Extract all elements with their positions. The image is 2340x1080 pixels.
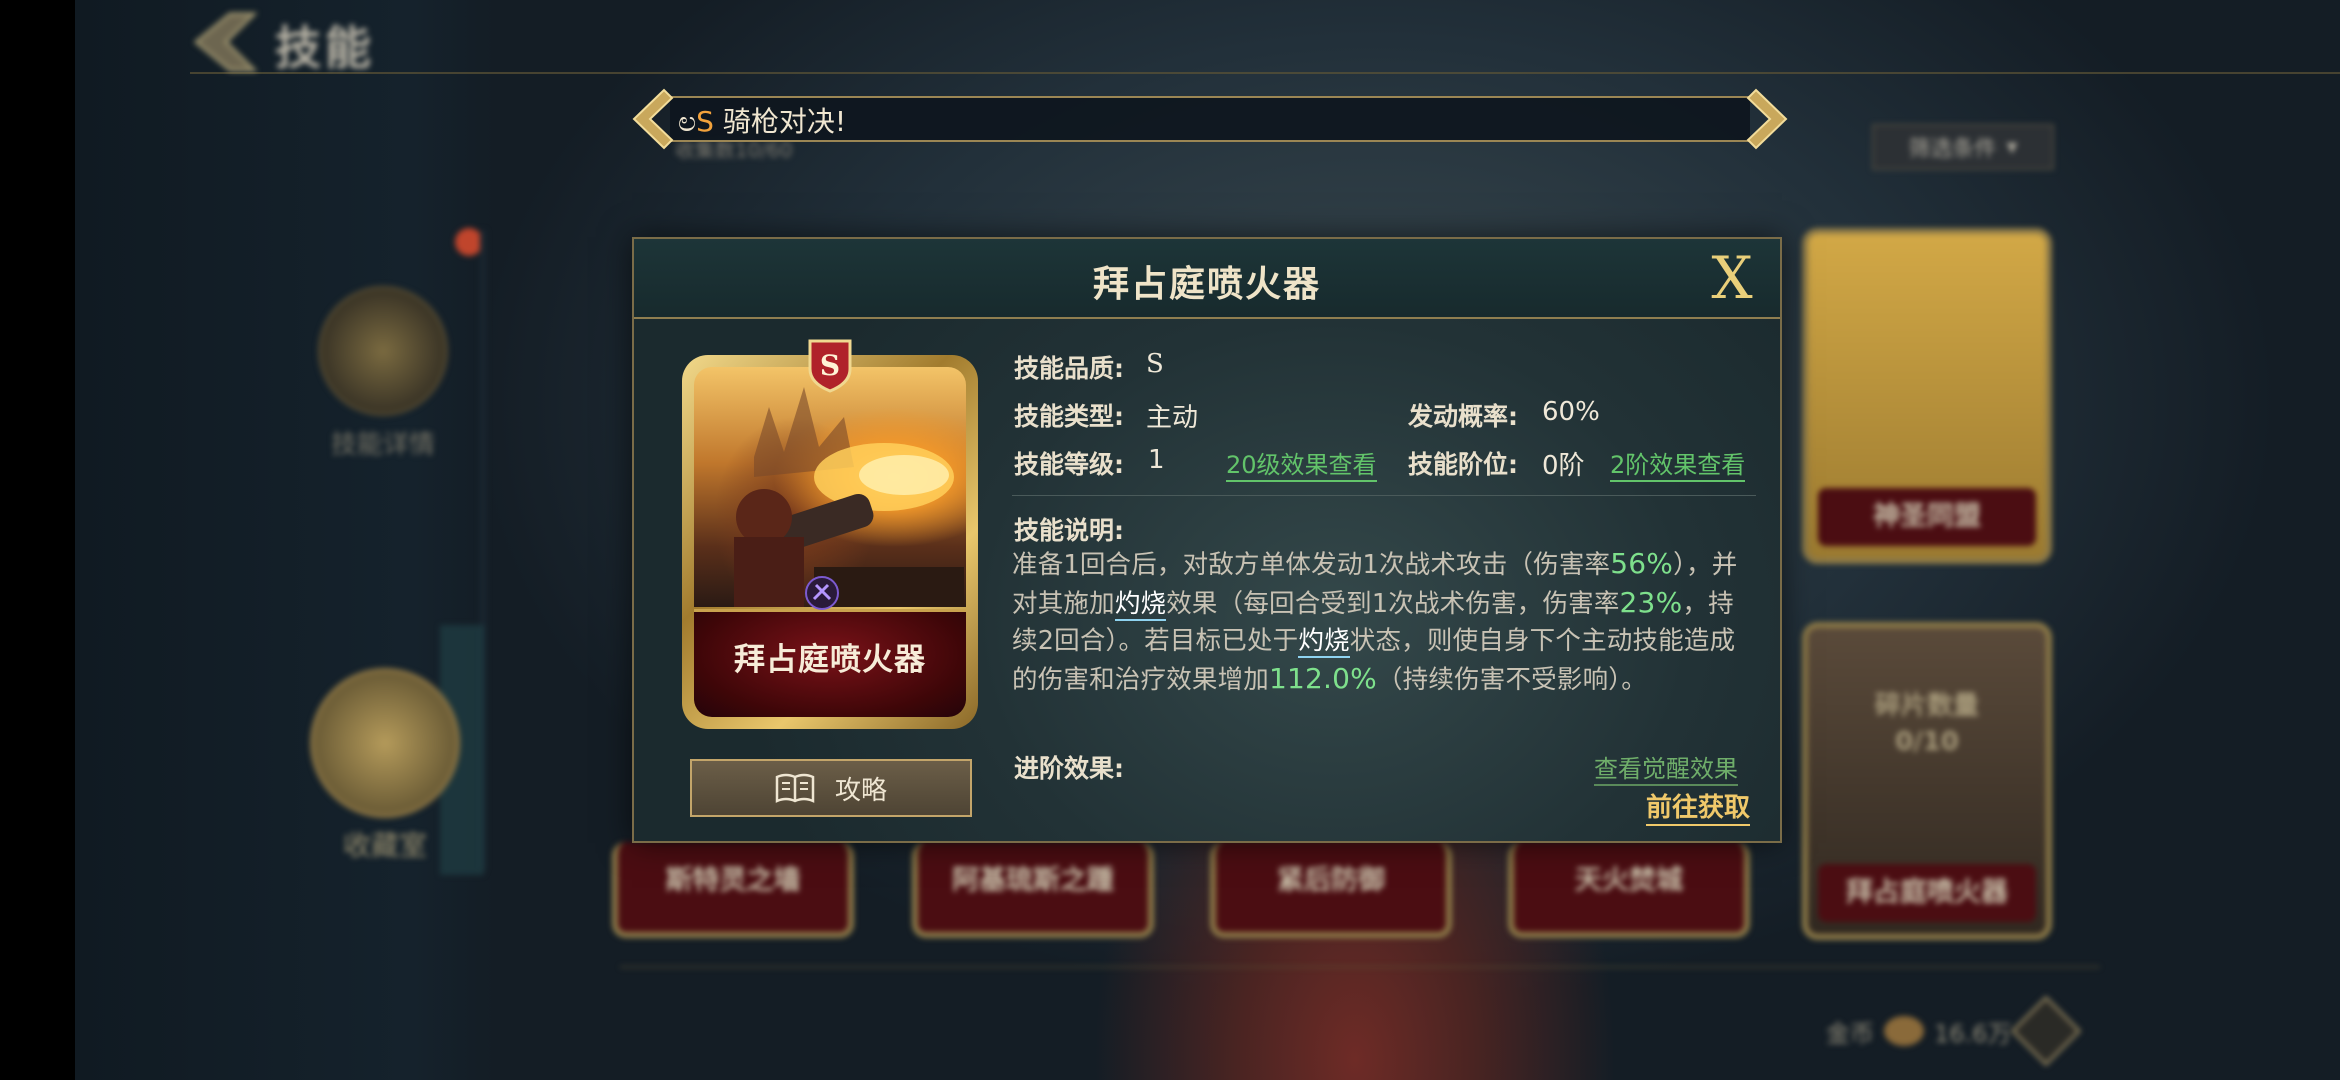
description-label: 技能说明:: [1014, 516, 1124, 545]
type-value: 主动: [1146, 403, 1199, 433]
stage-value: 0阶: [1542, 451, 1585, 481]
filter-button[interactable]: 筛选条件 ▾: [1872, 124, 2054, 170]
sidebar-item-collection[interactable]: 收藏室: [305, 668, 465, 864]
coin-icon: [1884, 1016, 1924, 1046]
sidebar-item-label: 技能详情: [330, 430, 435, 460]
chance-label: 发动概率:: [1408, 402, 1518, 431]
skill-card[interactable]: 阿基琉斯之踵: [912, 842, 1154, 938]
announcement-banner: ಲS 骑枪对决!: [630, 88, 1790, 150]
collection-icon: [310, 668, 460, 818]
info-divider: [1012, 495, 1756, 496]
stage-label: 技能阶位:: [1408, 450, 1518, 479]
dialog-title: 拜占庭喷火器: [1092, 264, 1321, 305]
level-effect-link[interactable]: 20级效果查看: [1226, 445, 1377, 482]
skill-card[interactable]: 斯特灵之墙: [612, 842, 854, 938]
skill-card[interactable]: 碎片数量 0/10 拜占庭喷火器: [1802, 622, 2052, 940]
faction-emblem-icon: [805, 576, 839, 610]
notification-dot: [455, 228, 483, 256]
add-currency-button[interactable]: [2011, 995, 2082, 1067]
quality-value: S: [1146, 349, 1164, 379]
banner-left-ornament-icon: [632, 88, 674, 150]
banner-message: 骑枪对决!: [713, 105, 847, 138]
chevron-down-icon: ▾: [2006, 134, 2018, 160]
sidebar-background: [75, 0, 495, 1080]
skill-card[interactable]: 神圣同盟: [1802, 228, 2052, 564]
flamethrower-artwork: [734, 387, 964, 607]
back-button[interactable]: [190, 10, 260, 74]
description-text: （持续伤害不受影响）。: [1376, 665, 1647, 695]
skill-card-name: 神圣同盟: [1818, 488, 2036, 546]
card-artwork: [694, 367, 966, 607]
burn-keyword[interactable]: 灼烧: [1298, 626, 1350, 658]
banner-quality: S: [696, 105, 714, 138]
currency-display: 金币 16.6万: [1826, 995, 2082, 1067]
screen-edge: [0, 0, 75, 1080]
skill-card-name: 拜占庭喷火器: [1818, 864, 2036, 922]
footer-divider: [620, 966, 2100, 968]
quality-badge-icon: S: [808, 339, 852, 393]
stage-effect-link[interactable]: 2阶效果查看: [1610, 445, 1746, 482]
level-value: 1: [1148, 445, 1165, 475]
chance-value: 60%: [1542, 397, 1600, 427]
currency-value: 16.6万: [1934, 1019, 2012, 1048]
awaken-effect-link[interactable]: 查看觉醒效果: [1594, 749, 1738, 786]
skill-card-name: 斯特灵之墙: [665, 865, 801, 896]
quality-badge-letter: S: [820, 349, 840, 382]
skill-description: 准备1回合后，对敌方单体发动1次战术攻击（伤害率56%），并对其施加灼烧效果（每…: [1012, 545, 1752, 699]
header-divider: [190, 72, 2340, 74]
skill-detail-dialog: 拜占庭喷火器 X 拜占庭喷火器 S 攻略 技能品质: S 技能类型: 主动 发动…: [632, 237, 1782, 843]
skill-card-name: 阿基琉斯之踵: [952, 865, 1114, 896]
banner-prefix: ಲ: [678, 105, 697, 138]
guide-button[interactable]: 攻略: [690, 759, 972, 817]
card-frame: 拜占庭喷火器: [682, 355, 978, 729]
card-name: 拜占庭喷火器: [734, 642, 926, 678]
skill-detail-icon: [318, 286, 448, 416]
banner-right-ornament-icon: [1746, 88, 1788, 150]
skill-card-name: 紧后防御: [1277, 865, 1385, 896]
shard-label: 碎片数量: [1874, 691, 1979, 721]
page-title: 技能: [275, 21, 375, 75]
advance-effect-label: 进阶效果:: [1014, 754, 1124, 783]
shard-info: 碎片数量 0/10: [1808, 688, 2046, 760]
goto-obtain-button[interactable]: 前往获取: [1645, 787, 1750, 826]
skill-card-name: 天火焚城: [1575, 865, 1683, 896]
burn-keyword[interactable]: 灼烧: [1114, 589, 1167, 621]
skill-card-large: 拜占庭喷火器 S: [682, 337, 978, 729]
banner-text: ಲS 骑枪对决!: [678, 100, 846, 140]
burn-rate-value: 23%: [1619, 586, 1683, 619]
description-text: 效果（每回合受到1次战术伤害，伤害率: [1166, 589, 1620, 619]
type-label: 技能类型:: [1014, 402, 1124, 431]
shard-count: 0/10: [1895, 727, 1959, 757]
damage-rate-value: 56%: [1610, 547, 1674, 580]
sidebar-item-label: 收藏室: [342, 829, 427, 862]
bonus-rate-value: 112.0%: [1269, 662, 1377, 695]
close-button[interactable]: X: [1702, 247, 1762, 309]
quality-label: 技能品质:: [1014, 354, 1124, 383]
description-text: 准备1回合后，对敌方单体发动1次战术攻击（伤害率: [1012, 550, 1611, 580]
book-icon: [775, 773, 815, 803]
skill-card[interactable]: 紧后防御: [1210, 842, 1452, 938]
card-name-plate: 拜占庭喷火器: [694, 609, 966, 717]
level-label: 技能等级:: [1014, 450, 1124, 479]
guide-label: 攻略: [834, 775, 887, 806]
filter-label: 筛选条件: [1908, 137, 1997, 162]
currency-label: 金币: [1826, 1019, 1874, 1048]
back-arrow-icon: [193, 12, 258, 72]
sidebar-item-skill-detail[interactable]: 技能详情: [318, 286, 448, 461]
skill-card[interactable]: 天火焚城: [1508, 842, 1750, 938]
dialog-header: 拜占庭喷火器 X: [634, 239, 1780, 319]
